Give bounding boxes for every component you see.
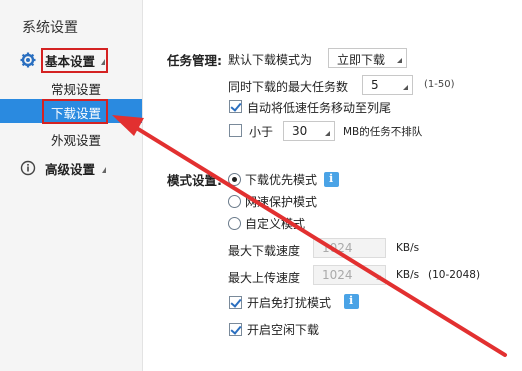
annotation-arrow bbox=[112, 115, 507, 357]
